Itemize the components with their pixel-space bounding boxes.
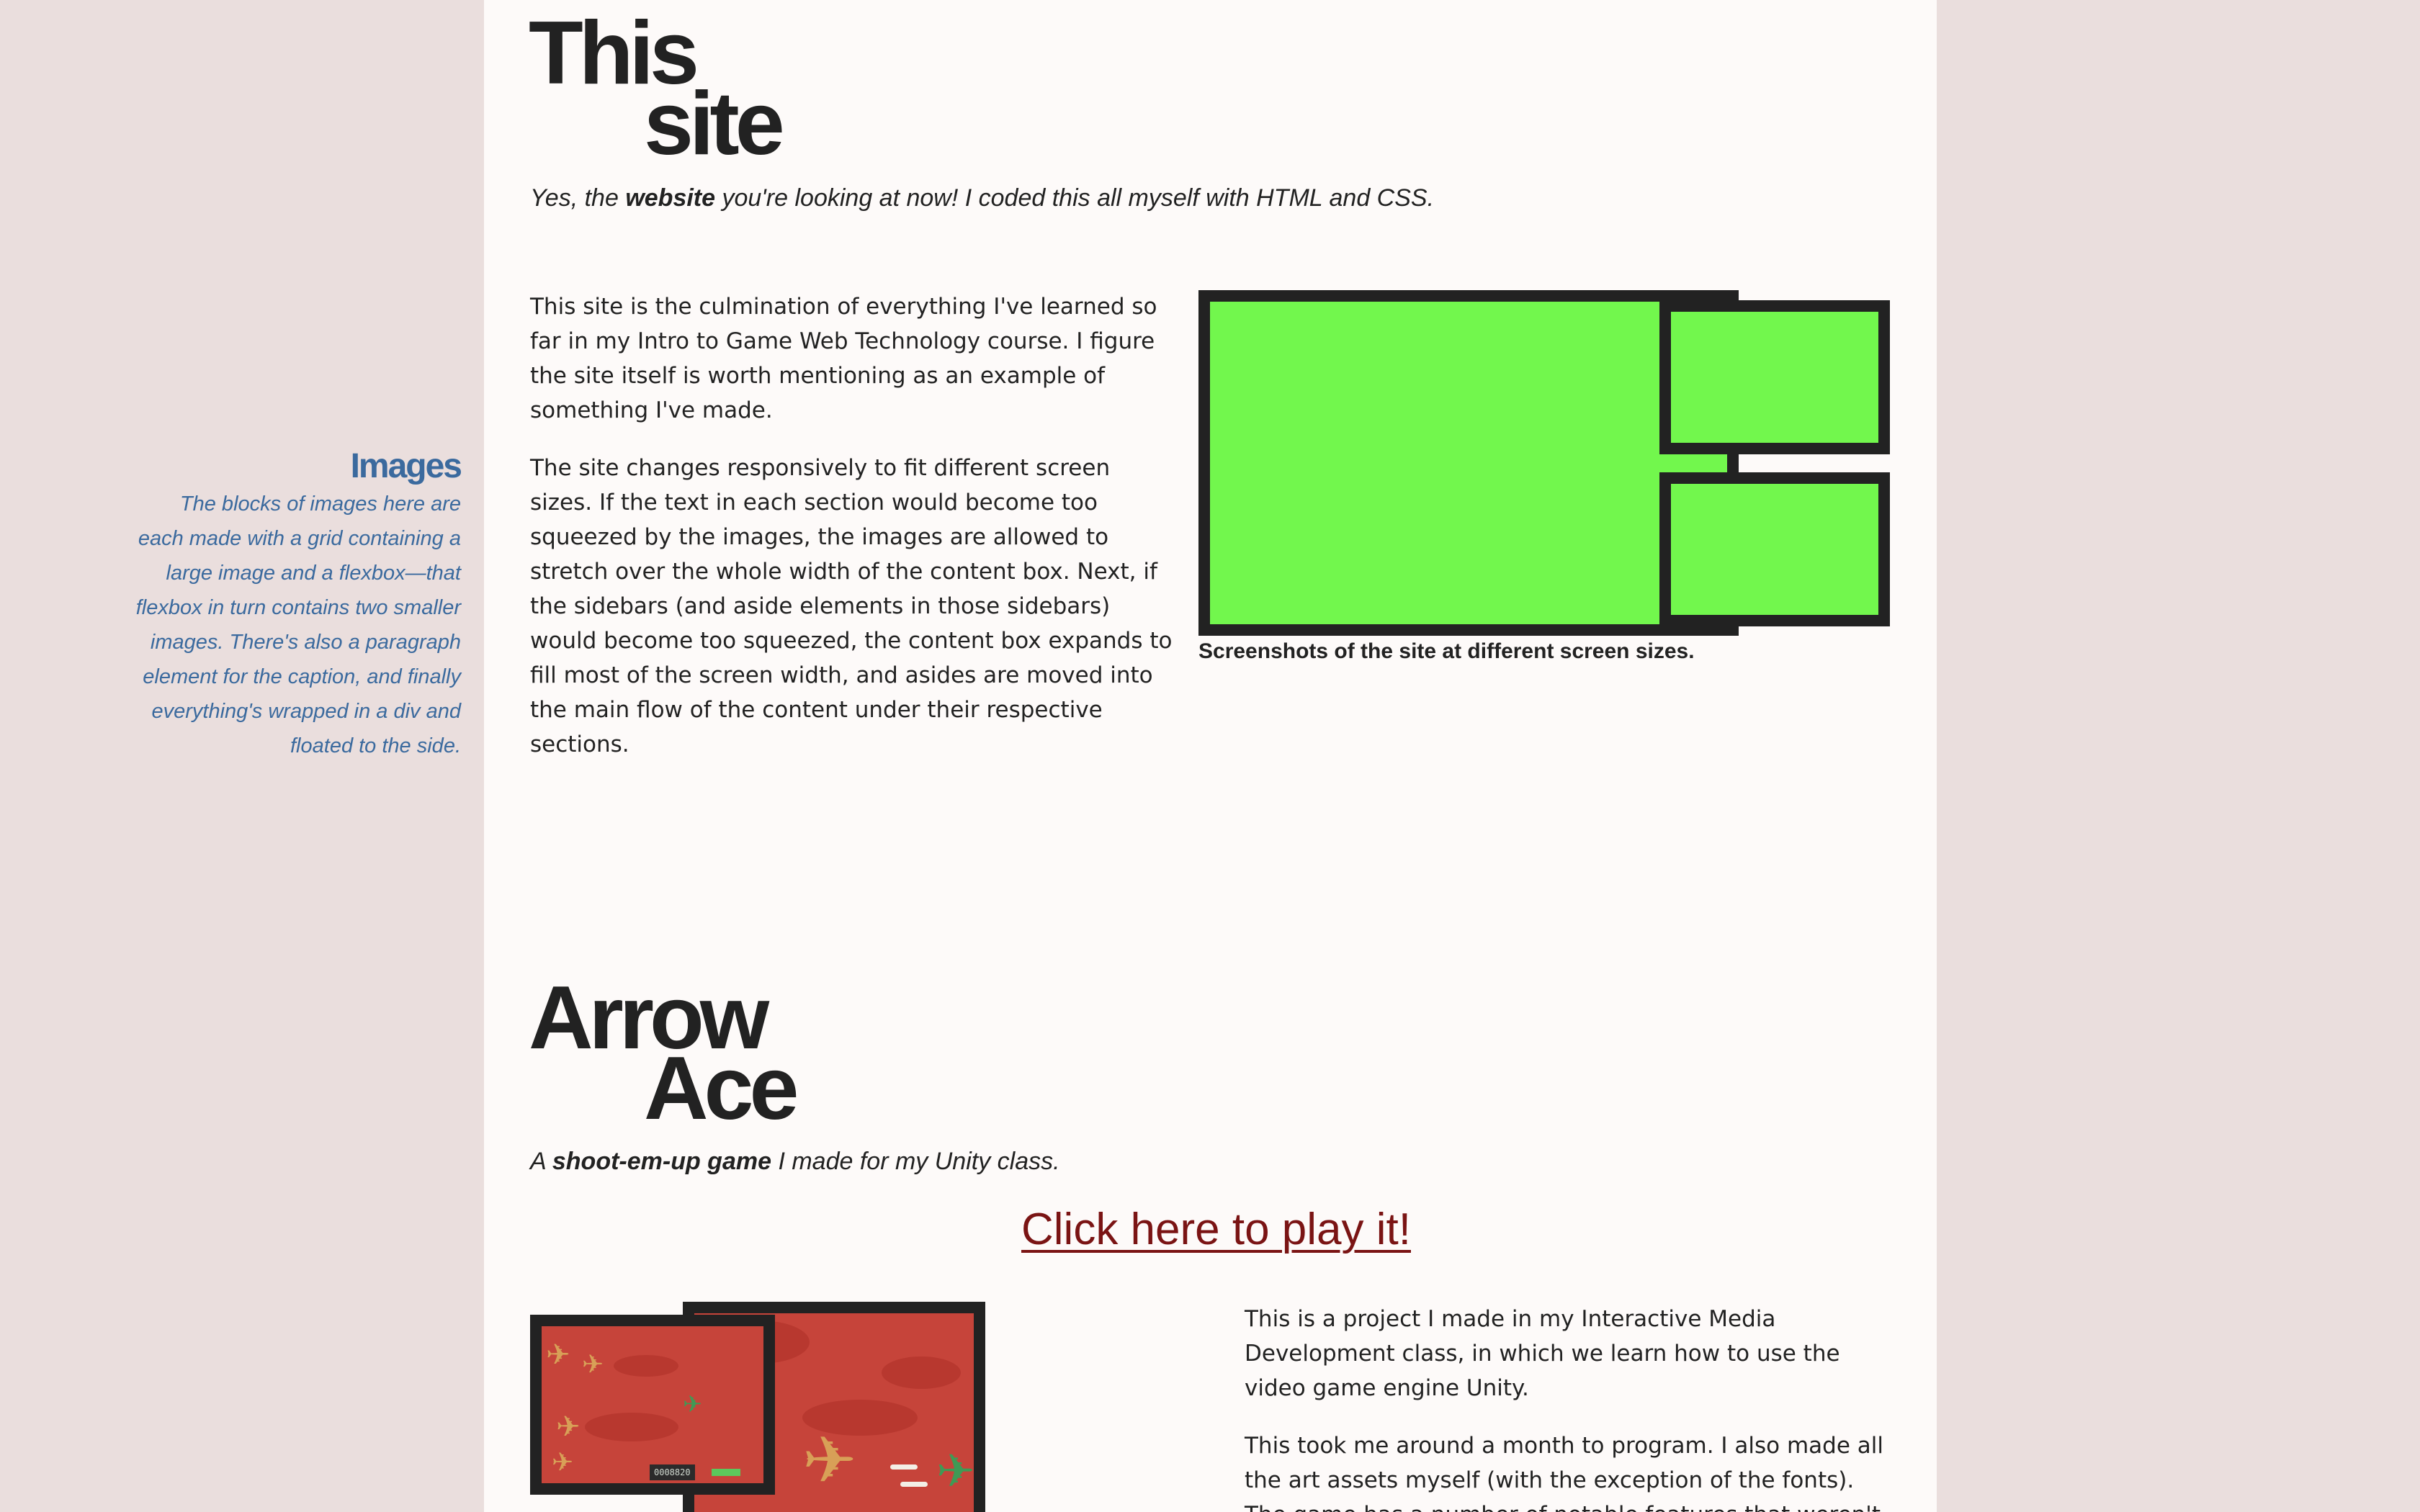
game-paragraph-1: This is a project I made in my Interacti… (1245, 1306, 1840, 1401)
section-title-line2: site (644, 74, 785, 174)
gallery-caption: Screenshots of the site at different scr… (1198, 639, 1695, 663)
gallery-large-fill (1210, 302, 1727, 624)
content-box: This site Yes, the website you're lookin… (484, 0, 1937, 1512)
enemy-plane-icon: ✈ (936, 1445, 974, 1498)
subtitle-post: you're looking at now! I coded this all … (715, 184, 1435, 212)
game-subtitle-pre: A (530, 1148, 552, 1175)
game-subtitle: A shoot-em-up game I made for my Unity c… (530, 1148, 1060, 1176)
player-plane-icon: ✈ (802, 1423, 857, 1498)
aside-title: Images (350, 447, 462, 485)
gallery-small-fill-1 (1671, 312, 1878, 443)
cloud-shape (882, 1356, 961, 1389)
game-small-bg: ✈ ✈ ✈ ✈ ✈ 0008820 (542, 1326, 763, 1483)
ally-plane-icon: ✈ (546, 1338, 570, 1372)
ally-plane-icon: ✈ (582, 1350, 604, 1380)
enemy-plane-icon: ✈ (683, 1390, 702, 1418)
site-paragraph-2: The site changes responsively to fit dif… (530, 455, 1173, 757)
bullet (900, 1482, 928, 1487)
cloud-shape (614, 1355, 678, 1377)
ally-plane-icon: ✈ (552, 1448, 574, 1477)
left-sidebar: Images The blocks of images here are eac… (0, 0, 475, 1512)
section-subtitle: Yes, the website you're looking at now! … (530, 184, 1434, 212)
game-subtitle-post: I made for my Unity class. (771, 1148, 1060, 1175)
aside-images: Images The blocks of images here are eac… (130, 446, 462, 806)
hud-health-bar (712, 1469, 740, 1476)
site-paragraph-1: This site is the culmination of everythi… (530, 294, 1157, 423)
aside-text: The blocks of images here are each made … (135, 492, 461, 757)
gallery-small-image-2 (1659, 472, 1890, 626)
cloud-shape (585, 1413, 678, 1441)
game-subtitle-bold: shoot-em-up game (552, 1148, 771, 1175)
subtitle-bold: website (625, 184, 716, 212)
gallery-small-fill-2 (1671, 484, 1878, 615)
page: Images The blocks of images here are eac… (0, 0, 2420, 1512)
game-paragraph-2: This took me around a month to program. … (1245, 1433, 1883, 1512)
play-game-link[interactable]: Click here to play it! (1021, 1204, 1411, 1255)
subtitle-pre: Yes, the (530, 184, 626, 212)
gallery-small-image-1 (1659, 300, 1890, 454)
gallery-large-image (1198, 290, 1739, 636)
hud-score: 0008820 (650, 1464, 695, 1480)
bullet (890, 1464, 918, 1470)
game-small-screenshot: ✈ ✈ ✈ ✈ ✈ 0008820 (530, 1315, 775, 1495)
ally-plane-icon: ✈ (556, 1410, 581, 1444)
game-title-line2: Ace (644, 1039, 799, 1138)
